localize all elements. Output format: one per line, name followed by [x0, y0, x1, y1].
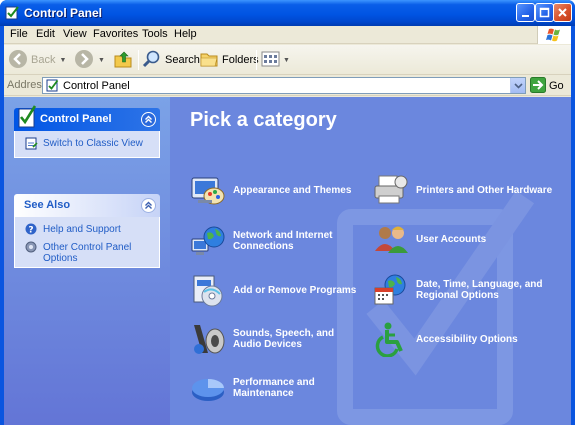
other-control-panel-options-link[interactable]: Other Control Panel Options: [25, 241, 153, 264]
forward-button[interactable]: ▼: [74, 48, 105, 72]
control-panel-icon: [17, 105, 39, 132]
menu-view[interactable]: View: [63, 28, 87, 40]
help-and-support-link[interactable]: ? Help and Support: [25, 223, 153, 238]
views-button[interactable]: ▼: [260, 48, 290, 72]
switch-to-classic-view-link[interactable]: Switch to Classic View: [25, 137, 153, 154]
search-button[interactable]: Search: [142, 48, 200, 72]
category-printers-and-other-hardware[interactable]: Printers and Other Hardware: [373, 172, 556, 208]
category-label: Accessibility Options: [416, 333, 518, 345]
address-field[interactable]: Control Panel: [42, 77, 526, 94]
go-arrow-icon: [530, 76, 546, 96]
control-panel-icon: [46, 79, 60, 96]
see-also-box-header[interactable]: See Also: [14, 194, 160, 217]
search-icon: [142, 49, 162, 72]
control-panel-box-title: Control Panel: [40, 113, 112, 125]
menu-help[interactable]: Help: [174, 28, 197, 40]
network-globe-icon: [190, 223, 226, 259]
chevron-down-icon[interactable]: ▼: [59, 57, 66, 64]
folders-icon: [199, 49, 219, 72]
category-label: Date, Time, Language, and Regional Optio…: [416, 279, 543, 301]
menu-favorites[interactable]: Favorites: [93, 28, 138, 40]
address-dropdown-button[interactable]: [510, 78, 525, 93]
back-button[interactable]: Back ▼: [8, 48, 66, 72]
date-time-globe-icon: [373, 272, 409, 308]
category-label: Sounds, Speech, and Audio Devices: [233, 328, 335, 350]
gear-icon: [25, 241, 39, 256]
category-label: User Accounts: [416, 233, 487, 245]
forward-arrow-icon: [74, 49, 94, 72]
performance-pie-icon: [190, 370, 226, 406]
menu-tools[interactable]: Tools: [142, 28, 168, 40]
user-accounts-icon: [373, 221, 409, 257]
standard-toolbar: Back ▼ ▼ Search Folders ▼: [4, 45, 571, 75]
chevron-down-icon[interactable]: ▼: [98, 57, 105, 64]
switch-to-classic-view-label: Switch to Classic View: [43, 138, 143, 149]
printer-icon: [373, 172, 409, 208]
help-icon: ?: [25, 223, 39, 238]
menu-file[interactable]: File: [10, 28, 28, 40]
add-remove-programs-icon: [190, 272, 226, 308]
category-label: Performance and Maintenance: [233, 377, 315, 399]
category-label: Printers and Other Hardware: [416, 184, 553, 196]
speaker-icon: [190, 321, 226, 357]
category-sounds-speech-and-audio-devices[interactable]: Sounds, Speech, and Audio Devices: [190, 321, 363, 357]
chevron-down-icon[interactable]: ▼: [283, 57, 290, 64]
go-button[interactable]: Go: [530, 76, 564, 96]
category-performance-and-maintenance[interactable]: Performance and Maintenance: [190, 370, 363, 406]
up-folder-button[interactable]: [112, 48, 134, 72]
svg-text:?: ?: [28, 226, 33, 236]
folders-label: Folders: [222, 54, 259, 66]
see-also-box: See Also ? Help and Support Other Contro…: [14, 194, 160, 268]
task-pane: Control Panel Switch to Classic View See…: [4, 97, 170, 425]
minimize-button[interactable]: [516, 3, 535, 22]
category-network-and-internet-connections[interactable]: Network and Internet Connections: [190, 223, 363, 259]
other-control-panel-options-label: Other Control Panel Options: [43, 242, 132, 264]
go-label: Go: [549, 80, 564, 92]
category-accessibility-options[interactable]: Accessibility Options: [373, 321, 556, 358]
back-label: Back: [31, 54, 56, 66]
windows-logo-icon: [537, 26, 571, 44]
category-date-time-language-and-regional-options[interactable]: Date, Time, Language, and Regional Optio…: [373, 272, 556, 308]
collapse-chevron-icon[interactable]: [141, 198, 156, 213]
search-label: Search: [165, 54, 200, 66]
menu-edit[interactable]: Edit: [36, 28, 55, 40]
menu-bar: File Edit View Favorites Tools Help: [4, 26, 571, 44]
category-view: Pick a category Appearance and Themes Ne…: [170, 97, 571, 425]
page-heading: Pick a category: [190, 109, 337, 131]
address-value: Control Panel: [63, 80, 130, 92]
category-label: Appearance and Themes: [233, 184, 352, 196]
window-title: Control Panel: [24, 6, 103, 20]
appearance-themes-icon: [190, 172, 226, 208]
folders-button[interactable]: Folders: [199, 48, 259, 72]
category-appearance-and-themes[interactable]: Appearance and Themes: [190, 172, 363, 208]
category-label: Add or Remove Programs: [233, 284, 357, 296]
help-and-support-label: Help and Support: [43, 224, 121, 235]
control-panel-box: Control Panel Switch to Classic View: [14, 105, 160, 158]
category-label: Network and Internet Connections: [233, 230, 333, 252]
control-panel-window: Control Panel File Edit View Favorites T…: [0, 0, 575, 425]
title-bar[interactable]: Control Panel: [0, 0, 575, 26]
see-also-box-title: See Also: [24, 199, 71, 211]
close-button[interactable]: [553, 3, 572, 22]
control-panel-box-header[interactable]: Control Panel: [14, 105, 160, 132]
views-icon: [260, 49, 282, 72]
collapse-chevron-icon[interactable]: [141, 112, 156, 127]
category-user-accounts[interactable]: User Accounts: [373, 221, 556, 257]
classic-view-icon: [25, 137, 39, 154]
back-arrow-icon: [8, 49, 28, 72]
category-add-or-remove-programs[interactable]: Add or Remove Programs: [190, 272, 363, 308]
address-bar: Address Control Panel Go: [4, 76, 571, 96]
up-folder-icon: [112, 48, 134, 73]
maximize-button[interactable]: [535, 3, 554, 22]
control-panel-icon: [5, 5, 21, 21]
accessibility-icon: [373, 321, 409, 358]
